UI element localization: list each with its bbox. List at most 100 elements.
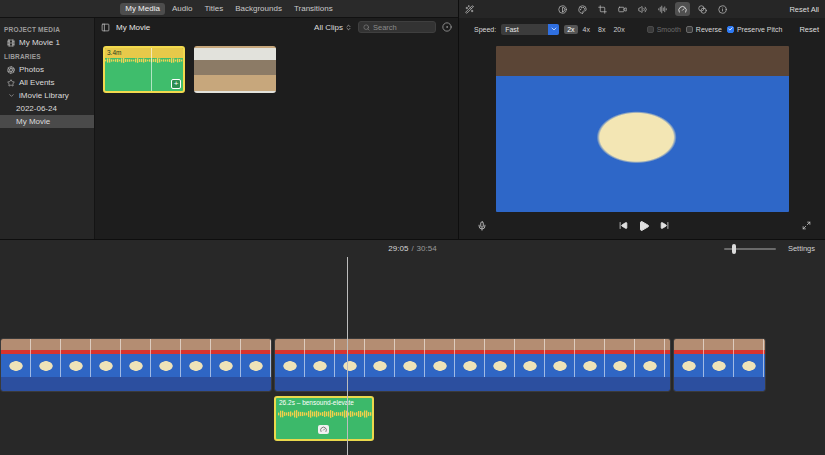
- reset-all-button[interactable]: Reset All: [789, 5, 819, 14]
- browser: My Movie All Clips Search 3.4m +: [95, 18, 458, 239]
- tool-group: [555, 2, 730, 16]
- tool-button[interactable]: [555, 2, 570, 16]
- checkbox[interactable]: [686, 26, 693, 33]
- icon-slot: [7, 92, 15, 99]
- filter-icon[interactable]: [442, 22, 452, 32]
- video-thumbnail[interactable]: [194, 46, 276, 93]
- option-checkbox: Smooth: [647, 26, 681, 33]
- browser-header: My Movie All Clips Search: [95, 18, 458, 36]
- rate-button[interactable]: 4x: [580, 25, 593, 34]
- speed-label: Speed:: [474, 26, 496, 33]
- tool-button[interactable]: [595, 2, 610, 16]
- clip-audio: [674, 377, 765, 391]
- sidebar-item[interactable]: My Movie 1: [0, 36, 94, 49]
- events-icon: [7, 79, 15, 87]
- speed-row: Speed: Fast 2x4x8x20x Smooth Reverse Preserve…: [459, 18, 825, 40]
- media-tab-bar: My MediaAudioTitlesBackgroundsTransition…: [0, 0, 458, 18]
- clip-frames: [1, 339, 271, 377]
- media-tab[interactable]: Titles: [199, 3, 228, 15]
- option-checkbox[interactable]: Preserve Pitch: [727, 26, 783, 33]
- checkbox: [647, 26, 654, 33]
- sidebar-header: LIBRARIES: [0, 49, 94, 63]
- rate-button[interactable]: 2x: [564, 25, 577, 34]
- sidebar-item[interactable]: My Movie: [0, 115, 94, 128]
- media-tab[interactable]: Transitions: [289, 3, 338, 15]
- tool-button[interactable]: [575, 2, 590, 16]
- stabilization-icon: [618, 5, 627, 14]
- sidebar: PROJECT MEDIAMy Movie 1LIBRARIESPhotosAl…: [0, 18, 95, 239]
- browser-title: My Movie: [116, 23, 308, 32]
- tool-button[interactable]: [655, 2, 670, 16]
- photos-icon: [7, 66, 15, 74]
- noise-reduction-icon: [658, 5, 667, 14]
- tool-button[interactable]: [715, 2, 730, 16]
- sidebar-item[interactable]: iMovie Library: [0, 89, 94, 102]
- timeline: 29:05/30:54 Settings 26.2s – bensound-elev…: [0, 240, 825, 455]
- timeline-header: 29:05/30:54 Settings: [0, 240, 825, 257]
- option-checkbox[interactable]: Reverse: [686, 26, 722, 33]
- audio-thumbnail[interactable]: 3.4m +: [103, 46, 185, 93]
- imovie-window: My MediaAudioTitlesBackgroundsTransition…: [0, 0, 825, 455]
- tool-button[interactable]: [635, 2, 650, 16]
- audio-track: 26.2s – bensound-elevate: [0, 396, 825, 441]
- clip-frames: [674, 339, 765, 377]
- select-arrow: [548, 24, 559, 35]
- clip-filter[interactable]: All Clips: [314, 23, 352, 32]
- video-clip[interactable]: [673, 338, 766, 392]
- video-clip[interactable]: [274, 338, 671, 392]
- microphone-icon[interactable]: [477, 221, 487, 231]
- reset-button[interactable]: Reset: [799, 25, 819, 34]
- rate-buttons: 2x4x8x20x: [564, 25, 628, 34]
- waveform: [278, 410, 372, 418]
- playhead[interactable]: [347, 257, 348, 455]
- previous-icon[interactable]: [619, 221, 628, 230]
- zoom-slider[interactable]: [724, 248, 776, 250]
- check-icon: [728, 26, 733, 32]
- search-icon: [363, 24, 370, 31]
- sidebar-item[interactable]: Photos: [0, 63, 94, 76]
- audio-clip[interactable]: 26.2s – bensound-elevate: [274, 396, 374, 441]
- speed-icon: [678, 5, 687, 14]
- crop-icon: [598, 5, 607, 14]
- settings-button[interactable]: Settings: [788, 244, 815, 253]
- updown-icon: [345, 24, 352, 31]
- top-area: My MediaAudioTitlesBackgroundsTransition…: [0, 0, 825, 240]
- sidebar-header: PROJECT MEDIA: [0, 22, 94, 36]
- next-icon[interactable]: [660, 221, 669, 230]
- rate-button[interactable]: 20x: [610, 25, 627, 34]
- disclosure-icon[interactable]: [8, 92, 15, 99]
- fullscreen-icon[interactable]: [802, 221, 811, 230]
- clip-duration: 3.4m: [105, 48, 183, 58]
- tool-button[interactable]: [695, 2, 710, 16]
- play-icon[interactable]: [638, 220, 650, 232]
- search-field[interactable]: Search: [358, 21, 436, 33]
- clip-audio: [1, 377, 271, 391]
- tool-button[interactable]: [675, 2, 690, 16]
- sidebar-toggle-icon[interactable]: [101, 23, 110, 32]
- tool-button[interactable]: [615, 2, 630, 16]
- color-balance-icon: [558, 5, 567, 14]
- icon-slot: [7, 66, 15, 74]
- video-clip[interactable]: [0, 338, 272, 392]
- sidebar-item[interactable]: 2022-06-24: [0, 102, 94, 115]
- speed-badge: [318, 425, 329, 434]
- playback-controls: [459, 212, 825, 239]
- clip-frames: [275, 339, 670, 377]
- color-correction-icon: [578, 5, 587, 14]
- rate-button[interactable]: 8x: [595, 25, 608, 34]
- speed-select[interactable]: Fast: [501, 24, 559, 35]
- zoom-knob[interactable]: [732, 244, 736, 254]
- media-tab[interactable]: My Media: [120, 3, 165, 15]
- checkbox[interactable]: [727, 26, 734, 33]
- media-tab[interactable]: Backgrounds: [230, 3, 287, 15]
- icon-slot: [7, 39, 15, 47]
- waveform: [105, 58, 183, 63]
- filter-icon: [698, 5, 707, 14]
- timecode: 29:05/30:54: [388, 244, 436, 253]
- media-tab[interactable]: Audio: [167, 3, 197, 15]
- sidebar-item[interactable]: All Events: [0, 76, 94, 89]
- add-badge[interactable]: +: [171, 79, 181, 89]
- magic-wand-icon[interactable]: [465, 5, 474, 14]
- audio-clip-label: 26.2s – bensound-elevate: [276, 398, 372, 408]
- skimmer-line: [151, 48, 152, 91]
